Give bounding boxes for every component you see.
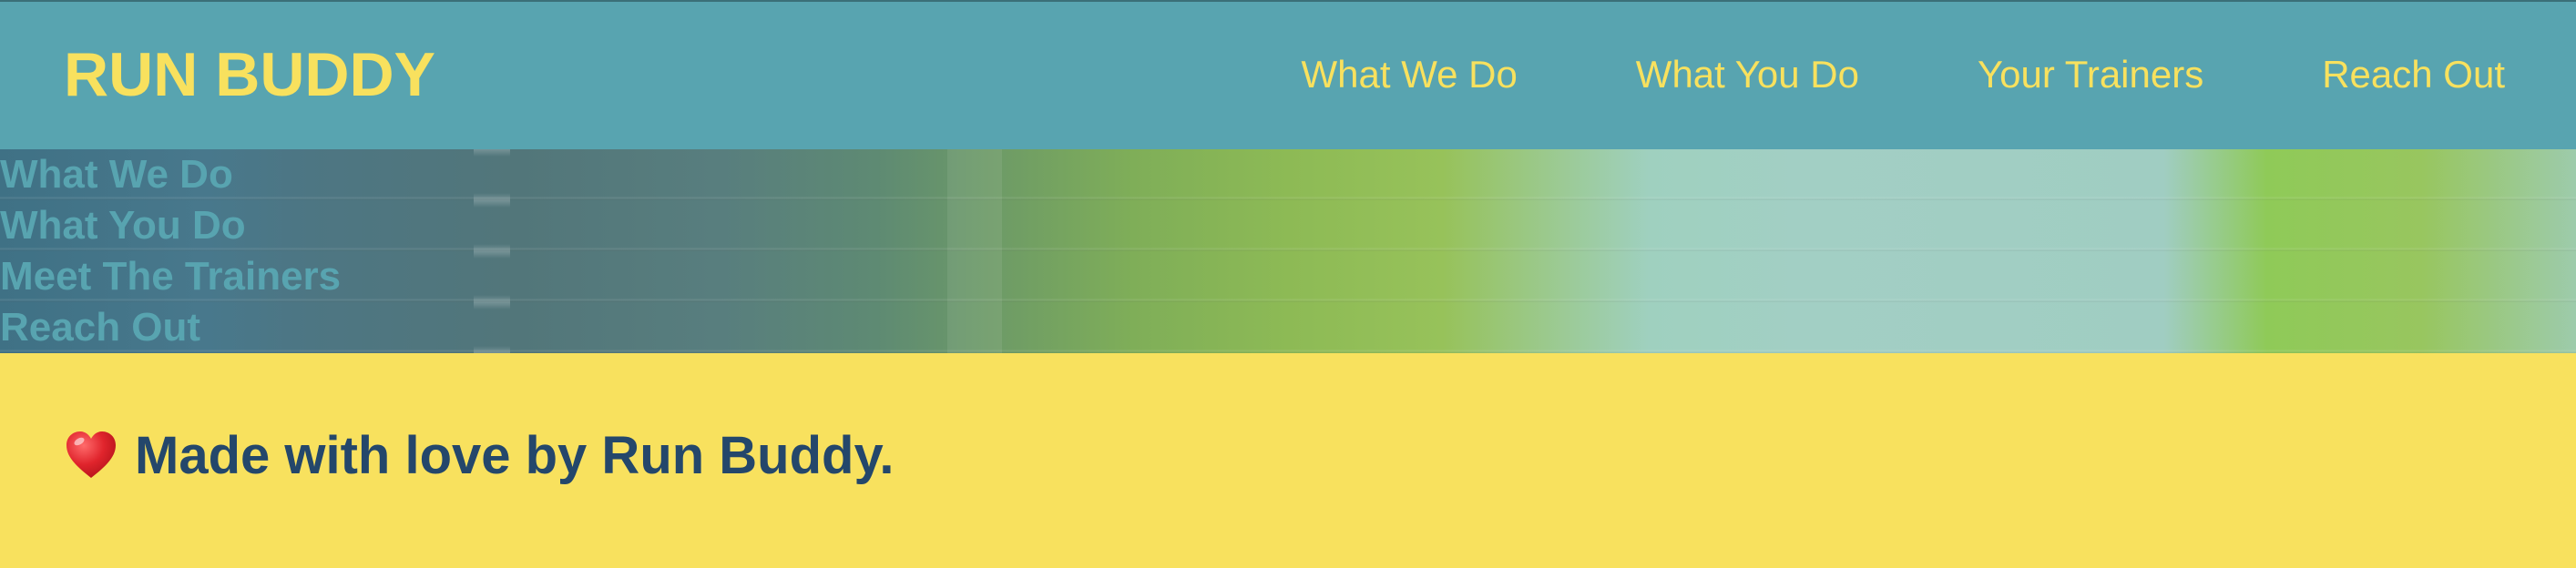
footer-text: Made with love by Run Buddy.: [135, 426, 894, 485]
hero-banner: What We Do What You Do Meet The Trainers…: [0, 149, 2576, 353]
hero-link-reach-out[interactable]: Reach Out: [0, 305, 200, 350]
site-header: RUN BUDDY What We Do What You Do Your Tr…: [0, 0, 2576, 149]
hero-link-what-you-do[interactable]: What You Do: [0, 203, 246, 248]
hero-background-image: [0, 149, 2576, 353]
site-logo[interactable]: RUN BUDDY: [64, 38, 435, 111]
hero-link-meet-the-trainers[interactable]: Meet The Trainers: [0, 254, 341, 299]
nav-link-reach-out[interactable]: Reach Out: [2322, 47, 2505, 102]
heart-icon: [64, 429, 118, 483]
footer-credit: Made with love by Run Buddy.: [64, 424, 894, 488]
list-item: Meet The Trainers: [0, 251, 341, 302]
site-footer: Made with love by Run Buddy.: [0, 353, 2576, 568]
nav-link-what-you-do[interactable]: What You Do: [1636, 47, 1859, 102]
main-nav: What We Do What You Do Your Trainers Rea…: [1302, 47, 2506, 102]
list-item: What We Do: [0, 149, 341, 200]
nav-link-your-trainers[interactable]: Your Trainers: [1978, 47, 2203, 102]
hero-link-what-we-do[interactable]: What We Do: [0, 152, 233, 197]
nav-link-what-we-do[interactable]: What We Do: [1302, 47, 1518, 102]
hero-link-list: What We Do What You Do Meet The Trainers…: [0, 149, 341, 353]
list-item: What You Do: [0, 200, 341, 251]
page: RUN BUDDY What We Do What You Do Your Tr…: [0, 0, 2576, 568]
list-item: Reach Out: [0, 302, 341, 353]
